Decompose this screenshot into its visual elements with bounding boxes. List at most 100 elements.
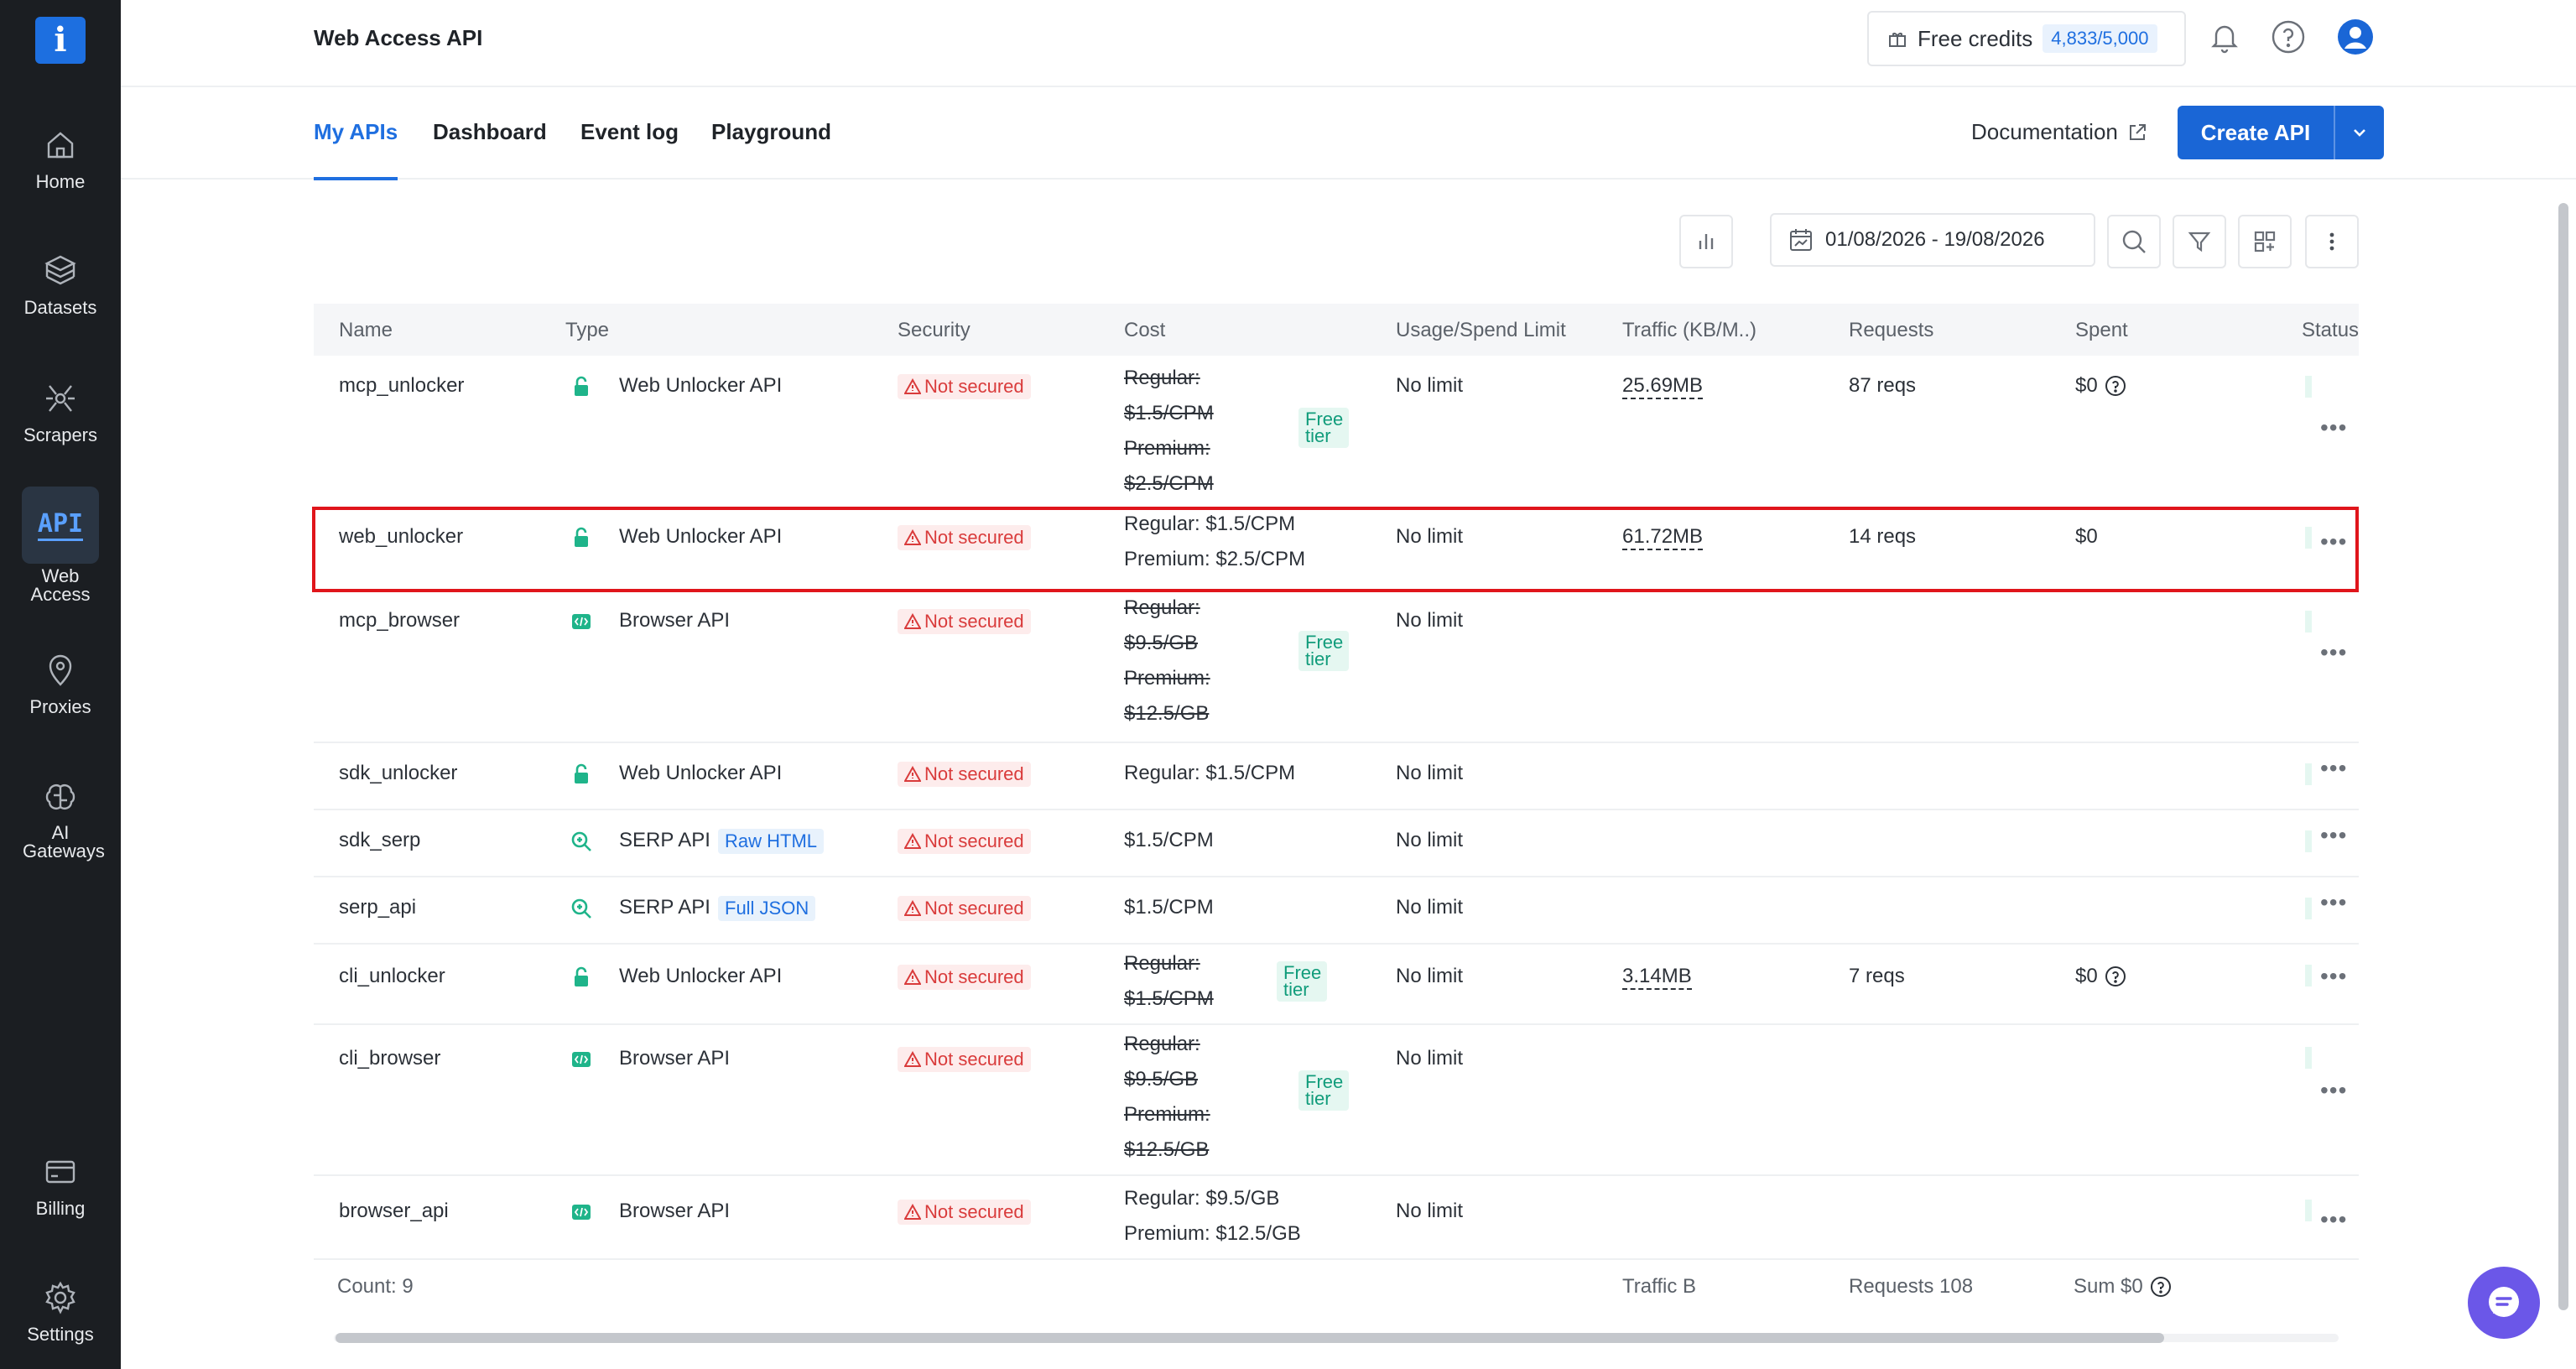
requests-value: 7 reqs xyxy=(1849,965,1905,987)
sidebar-item-scrapers[interactable]: Scrapers xyxy=(0,379,121,446)
create-api-button[interactable]: Create API xyxy=(2178,106,2384,159)
date-range-picker[interactable]: 01/08/2026 - 19/08/2026 xyxy=(1770,213,2095,267)
search-button[interactable] xyxy=(2107,215,2161,268)
help-icon[interactable] xyxy=(2105,966,2126,987)
sidebar-item-billing[interactable]: Billing xyxy=(0,1153,121,1220)
lock-icon xyxy=(575,966,588,986)
format-tag: Full JSON xyxy=(718,896,816,921)
table-row[interactable]: mcp_browser Browser API Not secured Regu… xyxy=(314,591,2359,743)
api-name[interactable]: mcp_unlocker xyxy=(339,374,464,398)
more-options-button[interactable] xyxy=(2305,215,2359,268)
help-icon[interactable] xyxy=(2150,1276,2172,1298)
sidebar-item-datasets[interactable]: Datasets xyxy=(0,252,121,319)
columns-button[interactable] xyxy=(2238,215,2292,268)
row-menu-button[interactable]: ••• xyxy=(2320,755,2347,782)
row-menu-button[interactable]: ••• xyxy=(2320,889,2347,916)
documentation-label: Documentation xyxy=(1971,119,2118,144)
sidebar-item-settings[interactable]: Settings xyxy=(0,1278,121,1346)
scrollbar-thumb[interactable] xyxy=(2558,203,2568,1310)
app-logo[interactable]: i xyxy=(35,17,86,64)
scrollbar-thumb[interactable] xyxy=(336,1333,2164,1343)
sidebar-item-ai-gateways[interactable]: AI Gateways xyxy=(0,778,121,861)
sidebar-item-web-access[interactable]: API Web Access xyxy=(0,487,121,604)
usage-limit: No limit xyxy=(1396,374,1464,397)
api-name[interactable]: browser_api xyxy=(339,1200,449,1223)
table-row[interactable]: cli_browser Browser API Not secured Regu… xyxy=(314,1023,2359,1176)
sidebar-item-proxies[interactable]: Proxies xyxy=(0,651,121,718)
tab-playground[interactable]: Playground xyxy=(711,119,831,177)
spent-value: $0 xyxy=(2075,374,2126,398)
security-badge: Not secured xyxy=(898,1200,1031,1225)
sidebar-item-label: Datasets xyxy=(23,297,97,318)
chevron-down-icon[interactable] xyxy=(2335,123,2384,142)
api-type: Web Unlocker API xyxy=(619,762,783,784)
help-icon[interactable] xyxy=(2105,375,2126,397)
row-highlight-box xyxy=(312,507,2359,592)
tab-dashboard[interactable]: Dashboard xyxy=(433,119,547,177)
warning-icon xyxy=(904,378,921,394)
brain-icon xyxy=(45,784,75,809)
chat-icon xyxy=(2489,1287,2519,1317)
chart-view-button[interactable] xyxy=(1679,215,1733,268)
usage-limit: No limit xyxy=(1396,965,1464,987)
horizontal-scrollbar[interactable] xyxy=(314,1327,2359,1347)
documentation-link[interactable]: Documentation xyxy=(1971,119,2148,145)
security-badge: Not secured xyxy=(898,1047,1031,1072)
col-usage-limit[interactable]: Usage/Spend Limit xyxy=(1396,319,1566,342)
row-menu-button[interactable]: ••• xyxy=(2320,1077,2347,1104)
vertical-scrollbar[interactable] xyxy=(2553,178,2573,1369)
sidebar-item-label: Proxies xyxy=(29,696,91,717)
bell-icon[interactable] xyxy=(2206,18,2243,55)
help-icon[interactable] xyxy=(2270,18,2307,55)
filter-button[interactable] xyxy=(2173,215,2226,268)
table-row[interactable]: serp_api SERP API Full JSON Not secured … xyxy=(314,876,2359,945)
col-status[interactable]: Status xyxy=(2302,319,2359,342)
avatar[interactable] xyxy=(2337,18,2374,55)
col-requests[interactable]: Requests xyxy=(1849,319,1933,342)
row-menu-button[interactable]: ••• xyxy=(2320,639,2347,666)
row-menu-button[interactable]: ••• xyxy=(2320,1206,2347,1233)
warning-icon xyxy=(904,766,921,782)
filter-icon xyxy=(2188,232,2211,252)
tab-my-apis[interactable]: My APIs xyxy=(314,119,398,180)
row-count: Count: 9 xyxy=(337,1275,414,1298)
col-spent[interactable]: Spent xyxy=(2075,319,2128,342)
table-row[interactable]: cli_unlocker Web Unlocker API Not secure… xyxy=(314,943,2359,1025)
api-icon: API xyxy=(22,487,99,564)
api-name[interactable]: cli_browser xyxy=(339,1047,440,1070)
col-traffic[interactable]: Traffic (KB/M..) xyxy=(1622,319,1756,342)
security-badge: Not secured xyxy=(898,374,1031,399)
tab-event-log[interactable]: Event log xyxy=(580,119,679,177)
row-menu-button[interactable]: ••• xyxy=(2320,822,2347,849)
row-menu-button[interactable]: ••• xyxy=(2320,963,2347,990)
warning-icon xyxy=(904,1051,921,1067)
security-badge: Not secured xyxy=(898,829,1031,854)
table-row[interactable]: mcp_unlocker Web Unlocker API Not secure… xyxy=(314,356,2359,508)
cost-cell: $1.5/CPM xyxy=(1124,896,1214,919)
code-icon xyxy=(572,1205,591,1220)
api-name[interactable]: serp_api xyxy=(339,896,416,919)
chat-support-button[interactable] xyxy=(2468,1267,2540,1339)
sidebar: i Home Datasets Scrapers API Web Access … xyxy=(0,0,121,1369)
format-tag: Raw HTML xyxy=(718,829,825,854)
api-name[interactable]: sdk_unlocker xyxy=(339,762,457,785)
api-name[interactable]: sdk_serp xyxy=(339,829,420,852)
table-row[interactable]: sdk_serp SERP API Raw HTML Not secured $… xyxy=(314,809,2359,877)
spent-total: Sum $0 xyxy=(2074,1275,2172,1299)
bar-chart-icon xyxy=(1699,234,1714,249)
traffic-value[interactable]: 3.14MB xyxy=(1622,965,1692,990)
api-name[interactable]: mcp_browser xyxy=(339,609,460,632)
free-credits-widget[interactable]: Free credits 4,833/5,000 xyxy=(1867,11,2186,66)
security-badge: Not secured xyxy=(898,896,1031,921)
col-name[interactable]: Name xyxy=(339,319,393,342)
col-cost[interactable]: Cost xyxy=(1124,319,1165,342)
table-row[interactable]: sdk_unlocker Web Unlocker API Not secure… xyxy=(314,742,2359,810)
api-name[interactable]: cli_unlocker xyxy=(339,965,445,988)
status-indicator xyxy=(2305,376,2312,398)
row-menu-button[interactable]: ••• xyxy=(2320,414,2347,441)
traffic-value[interactable]: 25.69MB xyxy=(1622,374,1704,399)
table-row[interactable]: browser_api Browser API Not secured Regu… xyxy=(314,1174,2359,1260)
col-security[interactable]: Security xyxy=(898,319,971,342)
sidebar-item-home[interactable]: Home xyxy=(0,126,121,193)
col-type[interactable]: Type xyxy=(565,319,609,342)
